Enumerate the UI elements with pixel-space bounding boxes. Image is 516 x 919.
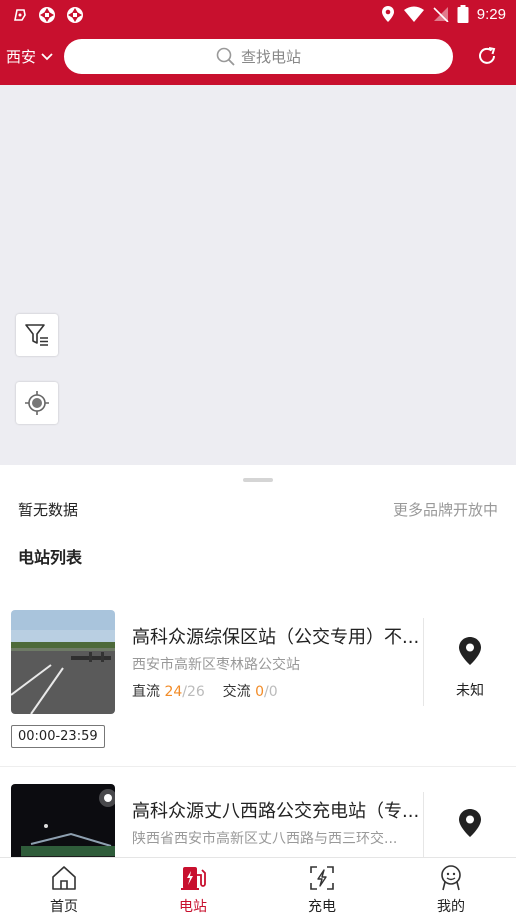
search-icon <box>216 47 235 66</box>
location-icon <box>381 6 394 22</box>
chevron-down-icon <box>41 52 53 60</box>
station-address: 西安市高新区枣林路公交站 <box>132 657 300 673</box>
home-icon <box>52 866 76 890</box>
station-address: 陕西省西安市高新区丈八西路与西三环交... <box>132 831 398 847</box>
status-time: 9:29 <box>476 5 506 23</box>
no-data-text: 暂无数据 <box>18 501 79 519</box>
dc-label: 直流 <box>132 684 160 700</box>
station-sheet: 暂无数据 更多品牌开放中 电站列表 高科众源综保区站（公交专用）不... 西安市… <box>0 465 516 857</box>
app-notification-icon <box>39 7 55 23</box>
filter-button[interactable] <box>16 314 58 356</box>
app-notification-icon <box>14 9 26 21</box>
station-card[interactable]: 高科众源丈八西路公交充电站（专... 陕西省西安市高新区丈八西路与西三环交... <box>0 784 516 857</box>
card-divider <box>423 792 424 857</box>
station-status: 未知 <box>456 683 484 699</box>
map-view[interactable] <box>0 85 516 465</box>
notification-icons <box>12 6 84 24</box>
nav-stations[interactable]: 电站 <box>148 858 238 919</box>
nav-home-label: 首页 <box>50 899 78 915</box>
dc-available: 24 <box>164 684 183 700</box>
ac-label: 交流 <box>222 684 251 700</box>
nav-charge-label: 充电 <box>308 899 336 915</box>
map-pin-icon[interactable] <box>458 808 482 838</box>
app-screen: 9:29 西安 查找电站 暂无数据 更多品牌开放中 电站列表 高科众源综保区站（… <box>0 0 516 919</box>
app-notification-icon <box>67 7 83 23</box>
sheet-drag-handle[interactable] <box>243 478 273 482</box>
card-divider <box>423 618 424 706</box>
city-selector[interactable]: 西安 <box>6 46 53 67</box>
charging-station-icon <box>181 867 206 890</box>
nav-profile[interactable]: 我的 <box>406 858 496 919</box>
locate-icon <box>25 391 49 415</box>
locate-button[interactable] <box>16 382 58 424</box>
station-photo <box>11 784 115 857</box>
ac-available: 0 <box>255 684 264 700</box>
header-bar: 西安 查找电站 <box>0 30 516 85</box>
map-pin-icon[interactable] <box>458 636 482 666</box>
search-placeholder: 查找电站 <box>240 48 301 66</box>
search-input[interactable]: 查找电站 <box>64 39 453 74</box>
wifi-icon <box>403 6 424 22</box>
signal-off-icon <box>433 7 449 22</box>
station-name: 高科众源综保区站（公交专用）不... <box>132 627 420 648</box>
battery-icon <box>457 5 469 23</box>
system-icons: 9:29 <box>381 5 506 23</box>
bottom-navigation: 首页 电站 充电 我的 <box>0 857 516 919</box>
nav-charge[interactable]: 充电 <box>277 858 367 919</box>
status-bar: 9:29 <box>0 0 516 30</box>
profile-icon <box>441 865 461 891</box>
station-list-title: 电站列表 <box>18 548 83 567</box>
station-name: 高科众源丈八西路公交充电站（专... <box>132 801 420 822</box>
refresh-icon[interactable] <box>476 45 498 67</box>
station-photo <box>11 610 115 714</box>
card-separator <box>0 766 516 767</box>
filter-icon <box>25 324 48 346</box>
opening-hours-badge: 00:00-23:59 <box>11 725 105 748</box>
scan-charge-icon <box>310 866 334 890</box>
nav-profile-label: 我的 <box>437 899 465 915</box>
charger-counts: 直流 24/26 交流 0/0 <box>132 681 278 701</box>
nav-stations-label: 电站 <box>179 899 207 915</box>
ac-total: /0 <box>264 684 278 700</box>
more-brands-text: 更多品牌开放中 <box>392 501 498 519</box>
city-label: 西安 <box>6 48 37 66</box>
dc-total: /26 <box>182 684 205 700</box>
nav-home[interactable]: 首页 <box>19 858 109 919</box>
station-card[interactable]: 高科众源综保区站（公交专用）不... 西安市高新区枣林路公交站 直流 24/26… <box>0 610 516 767</box>
